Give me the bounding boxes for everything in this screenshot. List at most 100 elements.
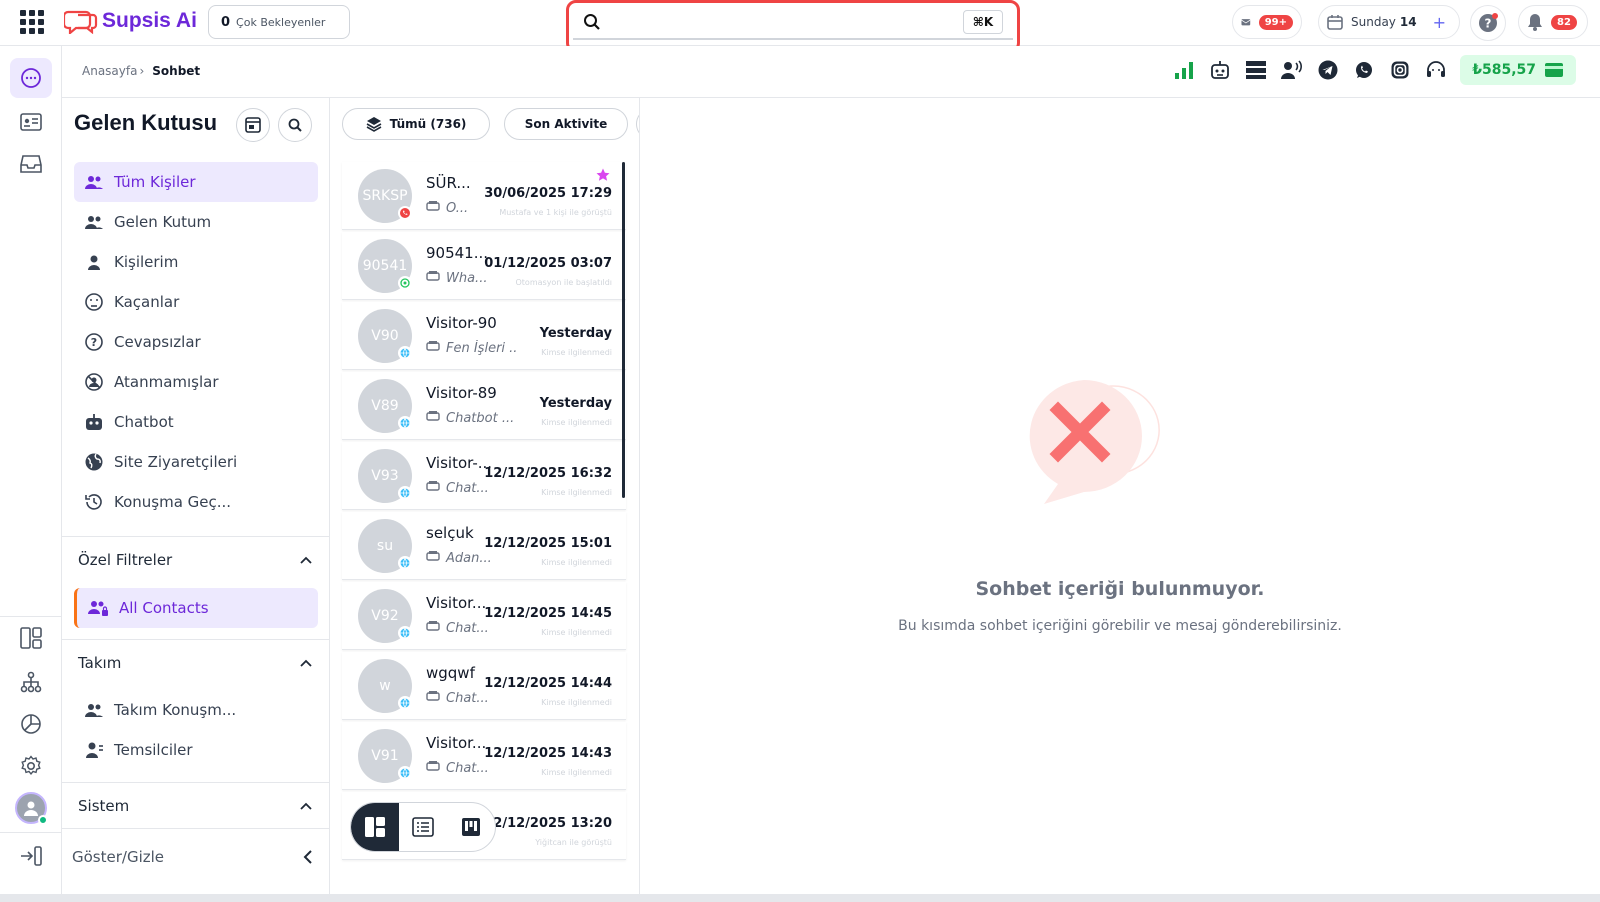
apps-grid-icon[interactable] [20,10,44,34]
sidebar-item-label: Takım Konuşm... [114,701,237,719]
sidebar-item-custom-all-contacts[interactable]: All Contacts [74,588,318,628]
last-activity-date: 01/12/2025 03:07 [484,256,612,271]
custom-filters-header[interactable]: Özel Filtreler [62,536,330,582]
section-title: Sistem [78,796,130,815]
conversation-item[interactable]: V92 Visitor... 12/12/2025 14:45 Chat... Kims… [342,582,626,650]
pending-label: Çok Bekleyenler [236,15,326,29]
sidebar-item-label: Chatbot [114,413,174,431]
voice-button[interactable] [1280,58,1304,82]
avatar-initials: V91 [371,748,399,764]
add-icon[interactable]: + [1433,13,1446,32]
sidebar-item-unassigned[interactable]: Atanmamışlar [74,362,318,402]
filter-all-button[interactable]: Tümü (736) [342,108,490,140]
mail-button[interactable]: 99+ [1232,5,1302,39]
sidebar-item-site-visitors[interactable]: Site Ziyaretçileri [74,442,318,482]
system-header[interactable]: Sistem [62,782,330,828]
sidebar-item-label: Tüm Kişiler [114,173,196,191]
rail-chat[interactable] [10,58,52,98]
sidebar-item-unanswered[interactable]: ? Cevapsızlar [74,322,318,362]
conversation-item[interactable]: w wgqwf 12/12/2025 14:44 Chat... Kimse ilgil… [342,652,626,720]
support-button[interactable] [1424,58,1448,82]
conversation-item[interactable]: 90541 90541... 01/12/2025 03:07 Wha... Otoma… [342,232,626,300]
sidebar-item-agents[interactable]: Temsilciler [74,730,318,770]
filter-all-label: Tümü (736) [389,117,467,131]
toggle-sidebar-button[interactable]: Göster/Gizle [62,828,330,884]
contact-card-icon [20,113,42,131]
sort-button[interactable]: Son Aktivite [504,108,628,140]
sidebar-item-all-contacts[interactable]: Tüm Kişiler [74,162,318,202]
inbox-layout-button[interactable] [236,108,270,142]
global-search[interactable]: ⌘K [573,6,1013,40]
last-message-text: Wha... [446,270,488,286]
calendar-button[interactable]: Sunday 14 + [1318,5,1460,39]
layout-icon [20,627,42,649]
rail-archive[interactable] [10,144,52,184]
rail-logout[interactable] [10,836,52,876]
sidebar-item-my-contacts[interactable]: Kişilerim [74,242,318,282]
split-layout-icon [365,817,385,837]
rail-settings[interactable] [10,746,52,786]
channel-icons: ₺585,57 [1172,55,1576,85]
whatsapp-icon [1356,62,1373,78]
conversation-item[interactable]: V93 Visitor-... 12/12/2025 16:32 Chat... Kim… [342,442,626,510]
user-blocked-icon [85,373,103,391]
sidebar-item-history[interactable]: Konuşma Geç... [74,482,318,522]
list-scrollbar[interactable] [622,162,625,498]
inbox-search-button[interactable] [278,108,312,142]
logo[interactable]: Supsis Ai [64,8,197,34]
view-list-button[interactable] [399,803,447,851]
conversation-item[interactable]: su selçuk 12/12/2025 15:01 Adan... Kimse ilg… [342,512,626,580]
bell-icon [1528,14,1542,31]
conversation-item[interactable]: V89 Visitor-89 Yesterday Chatbot ... Kimse i… [342,372,626,440]
hierarchy-icon [20,671,42,693]
rail-dashboard[interactable] [10,618,52,658]
conversation-item[interactable]: V90 Visitor-90 Yesterday Fen İşleri ... Kims… [342,302,626,370]
breadcrumb-home[interactable]: Anasayfa [82,64,137,78]
users-icon [85,216,103,229]
sidebar-item-my-inbox[interactable]: Gelen Kutum [74,202,318,242]
rail-reports[interactable] [10,704,52,744]
conversation-item[interactable]: SRKSP SÜR... 30/06/2025 17:29 O... Mustafa v… [342,162,626,230]
list-view-button[interactable] [1244,58,1268,82]
message-type-icon [426,760,440,776]
signal-button[interactable] [1172,58,1196,82]
last-message: Fen İşleri ... [426,340,516,356]
balance-button[interactable]: ₺585,57 [1460,55,1576,85]
team-header[interactable]: Takım [62,639,330,685]
conversation-item[interactable]: V91 Visitor... 12/12/2025 14:43 Chat... Kims… [342,722,626,790]
last-message-text: Chat... [446,480,489,496]
empty-state-description: Bu kısımda sohbet içeriğini görebilir ve… [898,618,1342,634]
user-icon [88,255,100,270]
last-message-text: Chat... [446,760,489,776]
help-button[interactable]: ? [1470,5,1506,41]
view-kanban-button[interactable] [447,803,495,851]
sidebar-item-missed[interactable]: Kaçanlar [74,282,318,322]
whatsapp-button[interactable] [1352,58,1376,82]
last-activity-date: Yesterday [539,326,612,341]
rail-flows[interactable] [10,662,52,702]
sidebar-item-chatbot[interactable]: Chatbot [74,402,318,442]
search-input[interactable] [611,14,951,30]
rail-contacts[interactable] [10,102,52,142]
sidebar-item-team-conversations[interactable]: Takım Konuşm... [74,690,318,730]
instagram-button[interactable] [1388,58,1412,82]
bot-button[interactable] [1208,58,1232,82]
pending-filter-button[interactable]: 0 Çok Bekleyenler [208,5,350,39]
conversation-note: Kimse ilgilenmedi [541,698,612,707]
last-message-text: Chat... [446,690,489,706]
conversation-note: Kimse ilgilenmedi [541,558,612,567]
conversation-note: Yiğitcan ile görüştü [535,838,612,847]
chevron-left-icon [303,849,312,864]
rail-profile[interactable] [10,788,52,828]
notifications-badge: 82 [1551,14,1577,30]
message-type-icon [426,620,440,636]
view-split-button[interactable] [351,803,399,851]
last-message-text: Adan... [446,550,492,566]
telegram-button[interactable] [1316,58,1340,82]
message-type-icon [426,550,440,566]
notifications-button[interactable]: 82 [1518,5,1588,39]
breadcrumb-current: Sohbet [152,64,201,78]
robot-icon [1211,61,1230,79]
last-activity-date: 12/12/2025 13:20 [484,816,612,831]
star-icon[interactable] [596,168,610,182]
